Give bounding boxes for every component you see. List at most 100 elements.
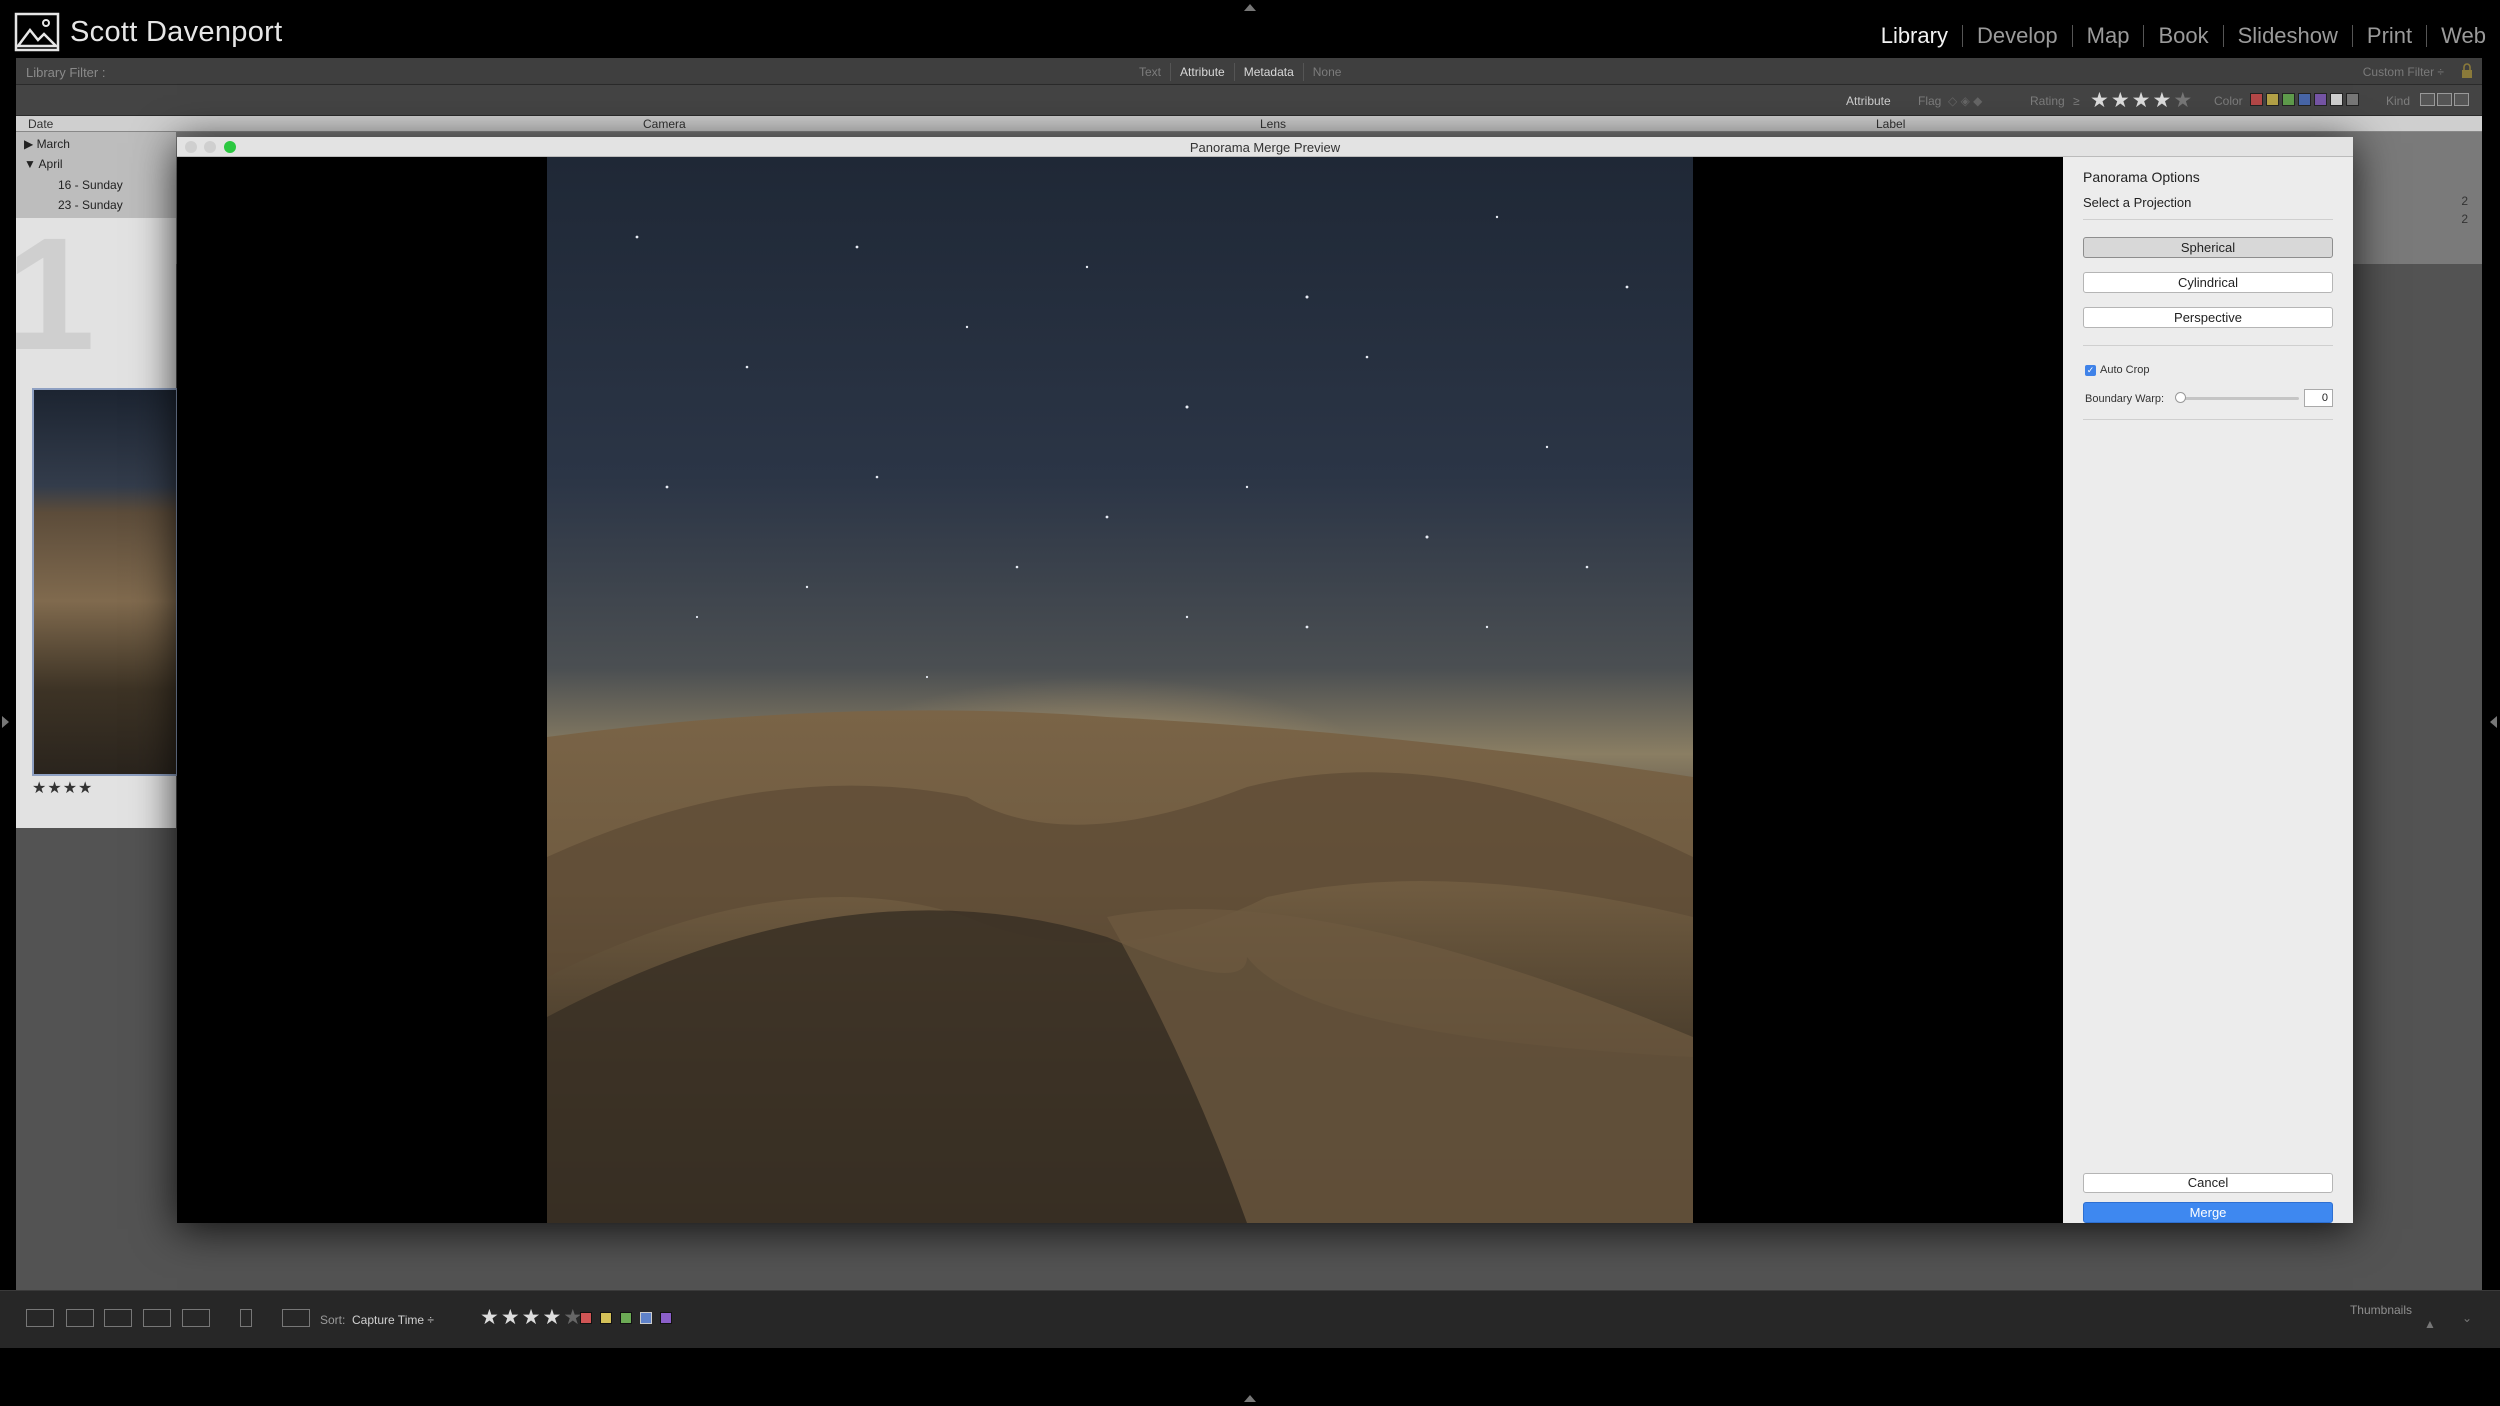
thumbnail-rating[interactable]: ★★★★ [32,778,93,798]
library-filter-bar: Library Filter : Text Attribute Metadata… [16,58,2482,85]
kind-label: Kind [2386,94,2411,108]
kind-video-icon[interactable] [2454,93,2469,106]
bottom-panel-toggle-icon[interactable] [1244,1395,1256,1402]
thumbnail-slider-knob-icon[interactable]: ▲ [2424,1317,2436,1331]
toolbar-swatch-red[interactable] [580,1312,592,1324]
panorama-preview [177,157,2063,1223]
dialog-titlebar[interactable]: Panorama Merge Preview [177,137,2353,157]
column-label[interactable]: Label [1876,117,1905,131]
filmstrip-collapsed [0,1348,2500,1406]
module-slideshow[interactable]: Slideshow [2224,21,2352,51]
photo-logo-icon [14,12,60,52]
spherical-button[interactable]: Spherical [2083,237,2333,258]
module-library[interactable]: Library [1867,21,1962,51]
toolbar-swatch-green[interactable] [620,1312,632,1324]
toolbar-stars-filled: ★★★★ [480,1306,564,1329]
filter-tabs: Text Attribute Metadata None [1130,63,1350,81]
color-label: Color [2214,94,2243,108]
dialog-title: Panorama Merge Preview [1189,140,1341,155]
merge-button[interactable]: Merge [2083,1202,2333,1223]
desert-night-panorama [547,157,1693,1223]
kind-virtual-copy-icon[interactable] [2437,93,2452,106]
left-panel-toggle-icon[interactable] [2,716,9,728]
color-swatch-yellow[interactable] [2266,93,2279,106]
rating-stars-empty: ★ [2173,89,2195,112]
survey-view-icon[interactable] [143,1309,171,1327]
cancel-button[interactable]: Cancel [2083,1173,2333,1193]
date-row-march[interactable]: ▶ March [20,137,180,151]
top-bar: Scott Davenport Library Develop Map Book… [0,0,2500,58]
flag-icon[interactable]: ◇ ◈ ◆ [1948,94,1982,108]
color-swatch-blue[interactable] [2298,93,2311,106]
column-camera[interactable]: Camera [643,117,686,131]
projection-subheading: Select a Projection [2083,195,2192,210]
rating-stars[interactable]: ★★★★★ [2090,88,2194,113]
panorama-merge-dialog: Panorama Merge Preview Panorama Options … [177,137,2353,1223]
identity-name: Scott Davenport [70,15,283,48]
attribute-label: Attribute [1846,94,1891,108]
grid-view-icon[interactable] [26,1309,54,1327]
column-lens[interactable]: Lens [1260,117,1286,131]
boundary-warp-slider-knob[interactable] [2175,392,2186,403]
divider [2083,419,2333,420]
cell-index-number: 1 [6,204,95,383]
lock-icon[interactable] [2460,63,2474,79]
boundary-warp-label: Boundary Warp: [2085,393,2165,405]
color-swatch-green[interactable] [2282,93,2295,106]
color-swatch-red[interactable] [2250,93,2263,106]
panorama-image [547,157,1693,1223]
rating-stars-filled: ★★★★ [2090,89,2174,112]
perspective-button[interactable]: Perspective [2083,307,2333,328]
sort-direction-icon[interactable] [282,1309,310,1327]
cylindrical-button[interactable]: Cylindrical [2083,272,2333,293]
toolbar-menu-chevron-icon[interactable]: ⌄ [2462,1311,2472,1325]
options-heading: Panorama Options [2083,169,2200,185]
toolbar-swatch-blue[interactable] [640,1312,652,1324]
boundary-warp-slider[interactable] [2181,397,2299,400]
people-view-icon[interactable] [182,1309,210,1327]
rating-label: Rating [2030,94,2065,108]
panorama-options-panel: Panorama Options Select a Projection Sph… [2063,157,2353,1223]
divider [2083,219,2333,220]
divider [2083,345,2333,346]
color-swatch-none[interactable] [2346,93,2359,106]
metadata-header: Date Camera Lens Label [16,116,2482,132]
color-swatch-purple[interactable] [2314,93,2327,106]
toolbar-swatch-yellow[interactable] [600,1312,612,1324]
module-develop[interactable]: Develop [1963,21,2072,51]
kind-master-icon[interactable] [2420,93,2435,106]
sort-dropdown[interactable]: Capture Time ÷ [352,1313,434,1327]
auto-crop-checkbox[interactable]: ✓ [2085,365,2096,376]
top-panel-toggle-icon[interactable] [1244,4,1256,11]
flag-label: Flag [1918,94,1942,108]
module-web[interactable]: Web [2427,21,2500,51]
filter-tab-text[interactable]: Text [1130,63,1172,81]
library-filter-title: Library Filter : [26,65,106,80]
color-swatch-custom[interactable] [2330,93,2343,106]
photo-thumbnail[interactable] [32,388,178,776]
filter-tab-metadata[interactable]: Metadata [1235,63,1304,81]
spray-can-icon[interactable] [240,1309,252,1327]
identity-plate: Scott Davenport [14,12,282,52]
right-panel-toggle-icon[interactable] [2490,716,2497,728]
label-count: 2 [2461,194,2468,208]
module-print[interactable]: Print [2353,21,2426,51]
column-date[interactable]: Date [28,117,53,131]
grid-cell[interactable]: 1 ★★★★ [6,204,178,828]
toolbar-swatch-purple[interactable] [660,1312,672,1324]
attribute-filter-bar: Attribute Flag ◇ ◈ ◆ Rating ≥ ★★★★★ Colo… [16,85,2482,116]
date-row-april[interactable]: ▼ April [20,157,180,171]
toolbar-rating-stars[interactable]: ★★★★★ [480,1305,584,1330]
filter-tab-none[interactable]: None [1304,63,1351,81]
thumbnails-size-label: Thumbnails [2349,1303,2412,1317]
module-book[interactable]: Book [2144,21,2222,51]
rating-operator[interactable]: ≥ [2073,94,2080,108]
auto-crop-label: Auto Crop [2100,364,2150,376]
module-map[interactable]: Map [2073,21,2144,51]
compare-view-icon[interactable] [104,1309,132,1327]
custom-filter-dropdown[interactable]: Custom Filter ÷ [2363,65,2444,79]
sort-label: Sort: [320,1313,346,1327]
filter-tab-attribute[interactable]: Attribute [1171,63,1235,81]
boundary-warp-input[interactable]: 0 [2304,389,2333,407]
loupe-view-icon[interactable] [66,1309,94,1327]
